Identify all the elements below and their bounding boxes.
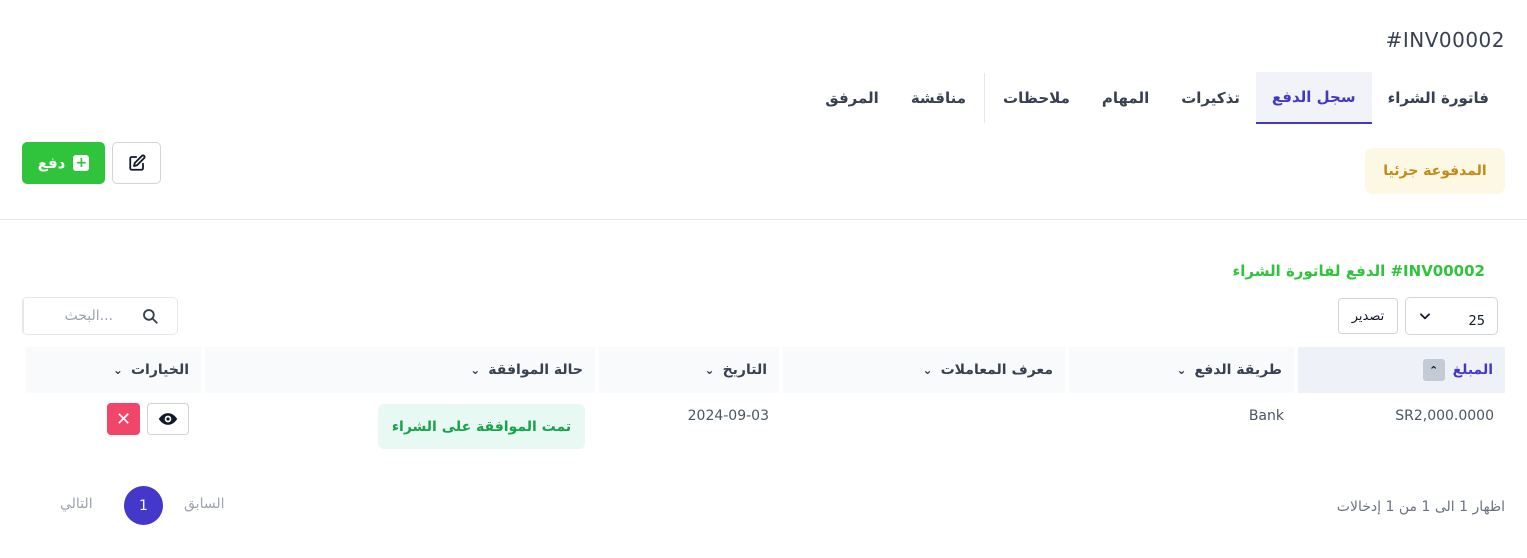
pagination-previous[interactable]: السابق [184,496,224,512]
column-header-options[interactable]: الخيارات ⌄ [22,347,201,393]
table-header: المبلغ ⌃ طريقة الدفع ⌄ معرف المعاملات ⌄ … [22,347,1505,393]
approval-status-badge: تمت الموافقة على الشراء [378,404,585,449]
pay-button-label: دفع [37,154,66,172]
cell-date: 2024-09-03 [687,408,769,424]
column-header-transaction-id[interactable]: معرف المعاملات ⌄ [779,347,1065,393]
chevron-down-icon: ⌄ [112,363,123,377]
tab-attachment[interactable]: المرفق [809,72,895,124]
column-label: المبلغ [1452,362,1493,378]
table-info: اظهار 1 الى 1 من 1 إدخالات [1336,499,1505,515]
search-input[interactable] [23,298,123,334]
chevron-down-icon: ⌄ [922,363,933,377]
edit-icon [128,154,145,171]
section-title: الدفع لفاتورة الشراء #INV00002 [1232,262,1485,280]
search-button[interactable] [123,298,177,334]
column-label: طريقة الدفع [1194,362,1282,378]
pay-button[interactable]: دفع + [22,142,105,184]
chevron-down-icon: ⌄ [470,363,481,377]
sort-icon: ⌃ [1422,359,1445,381]
page-length-select[interactable]: 25 [1405,297,1498,335]
tab-payment-log[interactable]: سجل الدفع [1255,72,1372,124]
invoice-number: #INV00002 [1385,28,1505,52]
column-header-payment-method[interactable]: طريقة الدفع ⌄ [1065,347,1294,393]
delete-button[interactable]: ✕ [107,403,140,435]
eye-icon [158,413,178,425]
column-header-approval-status[interactable]: حالة الموافقة ⌄ [201,347,595,393]
divider [0,219,1527,220]
tab-divider [984,73,986,123]
cell-amount: SR2,000.0000 [1395,408,1494,424]
cell-payment-method: Bank [1248,408,1284,424]
search-icon [143,309,158,324]
column-header-date[interactable]: التاريخ ⌄ [595,347,779,393]
chevron-down-icon: ⌄ [704,363,715,377]
plus-square-icon: + [73,155,90,171]
edit-button[interactable] [112,142,161,184]
chevron-down-icon: ⌄ [1176,363,1187,377]
tab-tasks[interactable]: المهام [1086,72,1165,124]
chevron-down-icon [1420,313,1430,320]
tab-notes[interactable]: ملاحظات [987,72,1086,124]
column-label: حالة الموافقة [488,362,583,378]
view-button[interactable] [147,403,189,435]
column-label: معرف المعاملات [940,362,1053,378]
tab-bar: فاتورة الشراء سجل الدفع تذكيرات المهام م… [809,72,1505,124]
export-button[interactable]: تصدير [1338,298,1398,334]
pagination-next[interactable]: التالي [60,496,93,512]
page-length-value: 25 [1468,313,1485,329]
status-badge: المدفوعة جزئيا [1365,148,1505,194]
close-icon: ✕ [115,408,132,430]
tab-purchase-invoice[interactable]: فاتورة الشراء [1372,72,1505,124]
column-header-amount[interactable]: المبلغ ⌃ [1294,347,1505,393]
column-label: الخيارات [130,362,189,378]
tab-reminders[interactable]: تذكيرات [1165,72,1256,124]
search-box [22,297,178,335]
column-label: التاريخ [722,362,767,378]
pagination-page-1[interactable]: 1 [124,486,163,525]
tab-discussion[interactable]: مناقشة [895,72,982,124]
